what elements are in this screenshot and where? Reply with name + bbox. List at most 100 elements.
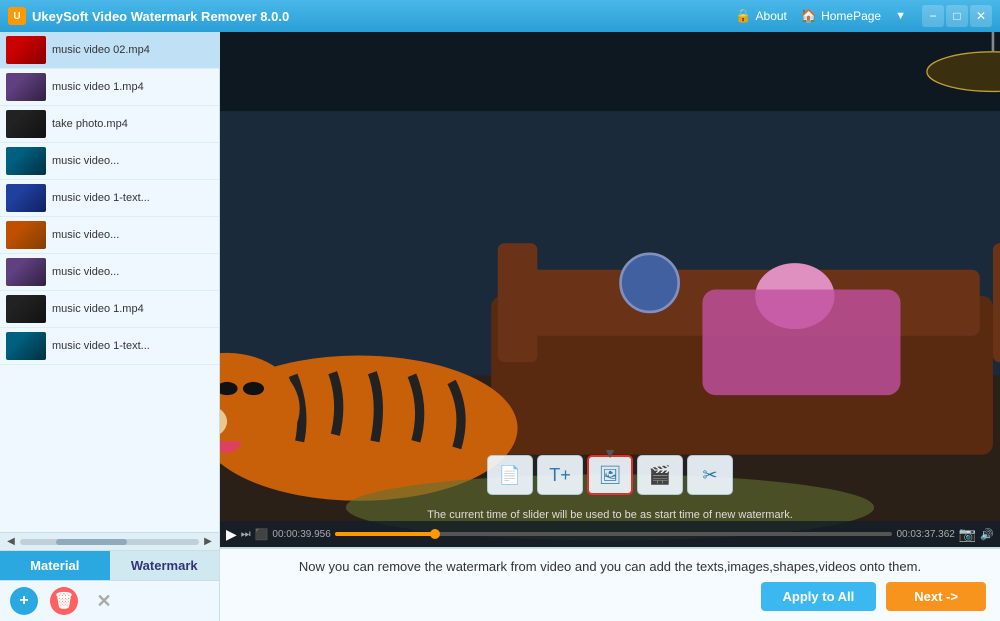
file-list-item[interactable]: music video 1-text... (0, 180, 219, 217)
add-video-icon: 🎬 (649, 465, 671, 486)
thumb-image (6, 110, 46, 138)
content-area: 📄T+▼🖼🎬✂ The current time of slider will … (220, 32, 1000, 621)
titlebar-nav: 🔒 About 🏠 HomePage ▼ (735, 8, 906, 24)
homepage-label: HomePage (821, 9, 881, 23)
progress-bar[interactable] (335, 532, 893, 536)
video-area: 📄T+▼🖼🎬✂ The current time of slider will … (220, 32, 1000, 547)
add-image-icon: 🖼 (599, 465, 622, 486)
file-name-label: music video... (52, 229, 119, 241)
bottom-panel: Now you can remove the watermark from vi… (220, 547, 1000, 621)
thumb-image (6, 295, 46, 323)
file-thumbnail (6, 221, 46, 249)
thumb-image (6, 221, 46, 249)
app-title: UkeySoft Video Watermark Remover 8.0.0 (32, 9, 729, 24)
lock-icon: 🔒 (735, 8, 751, 24)
add-text-btn[interactable]: T+ (537, 455, 583, 495)
scroll-thumb[interactable] (56, 539, 128, 545)
file-list: music video 02.mp4 music video 1.mp4 tak… (0, 32, 219, 532)
chevron-down-icon: ▼ (895, 10, 906, 22)
file-thumbnail (6, 332, 46, 360)
add-video-btn[interactable]: 🎬 (637, 455, 683, 495)
file-thumbnail (6, 295, 46, 323)
scroll-left-arrow[interactable]: ◀ (4, 535, 18, 549)
homepage-nav-item[interactable]: 🏠 HomePage (801, 8, 881, 24)
about-nav-item[interactable]: 🔒 About (735, 8, 787, 24)
tab-material[interactable]: Material (0, 551, 110, 580)
file-name-label: music video 02.mp4 (52, 44, 150, 56)
file-name-label: music video 1.mp4 (52, 81, 144, 93)
next-button[interactable]: Next -> (886, 582, 986, 611)
file-list-item[interactable]: music video 02.mp4 (0, 32, 219, 69)
add-file-btn[interactable]: 📄 (487, 455, 533, 495)
home-icon: 🏠 (801, 8, 817, 24)
file-list-item[interactable]: music video 1-text... (0, 328, 219, 365)
sidebar: music video 02.mp4 music video 1.mp4 tak… (0, 32, 220, 621)
file-thumbnail (6, 184, 46, 212)
file-thumbnail (6, 110, 46, 138)
close-button[interactable]: ✕ (970, 5, 992, 27)
file-name-label: music video 1.mp4 (52, 303, 144, 315)
app-icon: U (8, 7, 26, 25)
file-list-item[interactable]: music video... (0, 143, 219, 180)
trash-icon: 🗑 (54, 591, 74, 611)
current-time-label: 00:00:39.956 (272, 529, 330, 540)
skip-forward-button[interactable]: ⏭ (241, 528, 251, 541)
add-text-icon: T+ (549, 465, 571, 486)
add-file-icon: 📄 (499, 465, 521, 486)
stop-button[interactable]: ⬛ (255, 528, 269, 541)
delete-button[interactable]: 🗑 (50, 587, 78, 615)
add-button[interactable]: + (10, 587, 38, 615)
tab-watermark[interactable]: Watermark (110, 551, 220, 580)
file-list-item[interactable]: music video... (0, 217, 219, 254)
file-list-item[interactable]: music video 1.mp4 (0, 69, 219, 106)
window-controls: − □ ✕ (922, 5, 992, 27)
minimize-button[interactable]: − (922, 5, 944, 27)
apply-to-all-button[interactable]: Apply to All (761, 582, 877, 611)
tooltip-arrow: ▼ (603, 445, 617, 461)
file-name-label: music video... (52, 155, 119, 167)
file-thumbnail (6, 258, 46, 286)
file-list-item[interactable]: music video 1.mp4 (0, 291, 219, 328)
remove-button[interactable]: ✕ (90, 587, 118, 615)
play-button[interactable]: ▶ (226, 526, 237, 543)
thumb-image (6, 73, 46, 101)
tab-bar: Material Watermark (0, 550, 219, 580)
file-thumbnail (6, 73, 46, 101)
bottom-message: Now you can remove the watermark from vi… (234, 559, 986, 574)
add-image-btn[interactable]: ▼🖼 (587, 455, 633, 495)
file-name-label: take photo.mp4 (52, 118, 128, 130)
video-info-bar: The current time of slider will be used … (220, 509, 1000, 521)
file-name-label: music video 1-text... (52, 340, 150, 352)
file-thumbnail (6, 36, 46, 64)
file-list-item[interactable]: music video... (0, 254, 219, 291)
thumb-image (6, 147, 46, 175)
horizontal-scrollbar[interactable]: ◀ ▶ (0, 532, 219, 550)
thumb-image (6, 332, 46, 360)
video-hint-text: The current time of slider will be used … (308, 509, 912, 521)
scroll-track[interactable] (20, 539, 199, 545)
titlebar: U UkeySoft Video Watermark Remover 8.0.0… (0, 0, 1000, 32)
main-layout: music video 02.mp4 music video 1.mp4 tak… (0, 32, 1000, 621)
about-label: About (756, 9, 787, 23)
progress-thumb[interactable] (430, 529, 440, 539)
file-thumbnail (6, 147, 46, 175)
bottom-actions: Apply to All Next -> (234, 582, 986, 611)
maximize-button[interactable]: □ (946, 5, 968, 27)
screenshot-button[interactable]: 📷 (959, 526, 976, 543)
video-controls: ▶ ⏭ ⬛ 00:00:39.956 00:03:37.362 📷 🔊 (220, 521, 1000, 547)
file-name-label: music video 1-text... (52, 192, 150, 204)
thumb-image (6, 184, 46, 212)
file-name-label: music video... (52, 266, 119, 278)
volume-button[interactable]: 🔊 (980, 528, 994, 541)
progress-fill (335, 532, 435, 536)
file-list-item[interactable]: take photo.mp4 (0, 106, 219, 143)
scroll-right-arrow[interactable]: ▶ (201, 535, 215, 549)
thumb-image (6, 36, 46, 64)
total-time-label: 00:03:37.362 (896, 529, 954, 540)
dropdown-nav-item[interactable]: ▼ (895, 10, 906, 22)
add-shape-btn[interactable]: ✂ (687, 455, 733, 495)
add-shape-icon: ✂ (702, 465, 717, 486)
thumb-image (6, 258, 46, 286)
video-overlay-toolbar: 📄 T+ ▼🖼 🎬 ✂ (487, 455, 733, 495)
action-bar: + 🗑 ✕ (0, 580, 219, 621)
